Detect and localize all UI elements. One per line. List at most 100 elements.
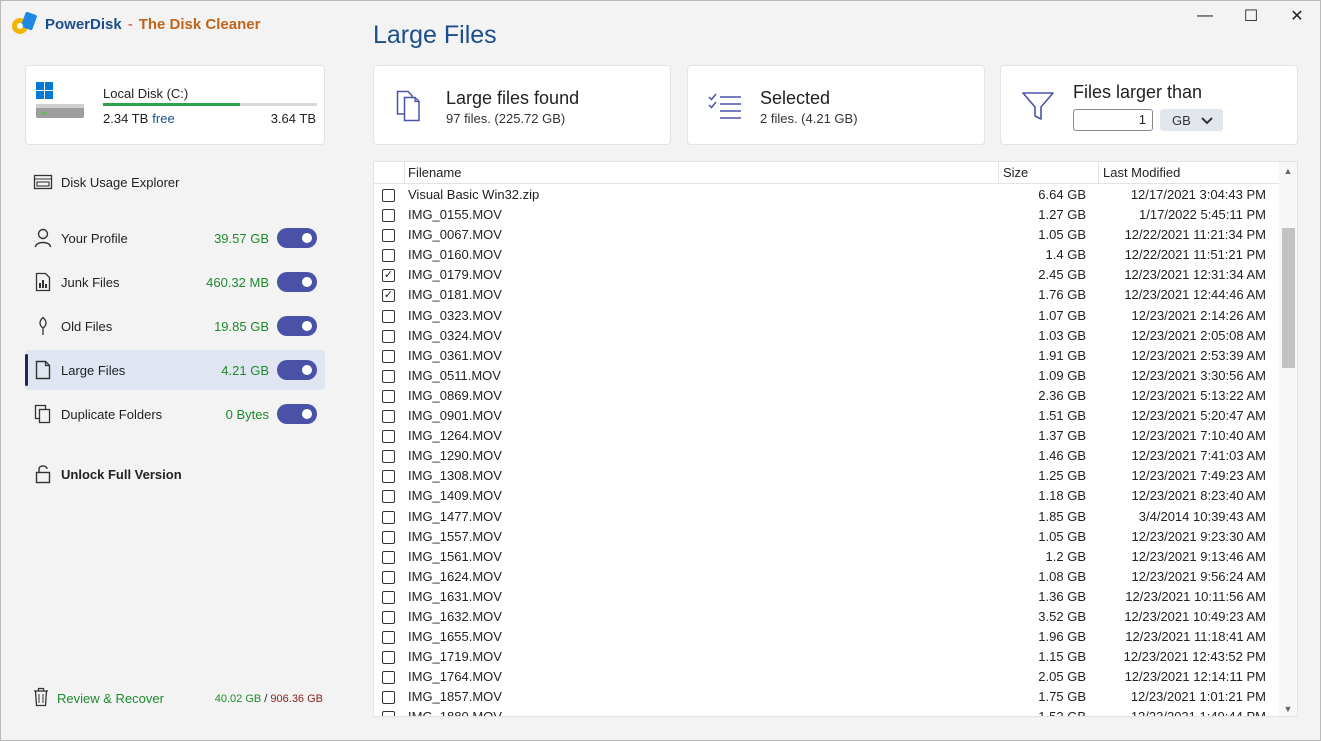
row-checkbox[interactable] [382,671,395,685]
duplicate-folders-toggle[interactable] [277,404,317,424]
table-row[interactable]: IMG_1308.MOV 1.25 GB 12/23/2021 7:49:23 AM [374,465,1279,485]
table-row[interactable]: IMG_1764.MOV 2.05 GB 12/23/2021 12:14:11 P… [374,666,1279,686]
row-checkbox[interactable] [382,590,395,604]
row-checkbox[interactable] [382,510,395,524]
review-recover-label: Review & Recover [57,691,164,706]
table-row[interactable]: IMG_0067.MOV 1.05 GB 12/22/2021 11:21:34 P… [374,224,1279,244]
table-row[interactable]: ✓ IMG_0181.MOV 1.76 GB 12/23/2021 12:44:46 … [374,284,1279,304]
row-filename: IMG_1631.MOV [408,588,502,604]
row-checkbox[interactable] [382,430,395,444]
table-row[interactable]: IMG_1631.MOV 1.36 GB 12/23/2021 10:11:56 A… [374,586,1279,606]
row-checkbox[interactable] [382,570,395,584]
table-row[interactable]: IMG_0901.MOV 1.51 GB 12/23/2021 5:20:47 AM [374,405,1279,425]
row-checkbox[interactable] [382,410,395,424]
table-row[interactable]: IMG_1624.MOV 1.08 GB 12/23/2021 9:56:24 AM [374,566,1279,586]
sidebar-item-label: Old Files [61,318,113,334]
table-row[interactable]: IMG_1880.MOV 1.52 GB 12/23/2021 1:49:44 PM [374,706,1279,716]
scroll-down-arrow-icon[interactable]: ▼ [1279,704,1297,714]
table-row[interactable]: IMG_1264.MOV 1.37 GB 12/23/2021 7:10:40 AM [374,425,1279,445]
table-row[interactable]: IMG_1290.MOV 1.46 GB 12/23/2021 7:41:03 AM [374,445,1279,465]
row-checkbox[interactable] [382,470,395,484]
row-size: 1.27 GB [1038,207,1086,223]
row-checkbox[interactable] [382,651,395,665]
sidebar-item-large-files[interactable]: Large Files 4.21 GB [25,350,325,390]
sidebar-item-value: 19.85 GB [214,318,269,334]
row-checkbox[interactable] [382,530,395,544]
row-checkbox[interactable]: ✓ [382,289,395,303]
row-checkbox[interactable] [382,631,395,645]
table-row[interactable]: ✓ IMG_0179.MOV 2.45 GB 12/23/2021 12:31:34 … [374,264,1279,284]
row-filename: IMG_1857.MOV [408,689,502,705]
row-checkbox[interactable] [382,229,395,243]
unit-dropdown[interactable]: GB [1160,109,1223,131]
row-checkbox[interactable] [382,550,395,564]
row-checkbox[interactable] [382,309,395,323]
row-checkbox[interactable] [382,389,395,403]
column-filename[interactable]: Filename [408,165,461,180]
table-row[interactable]: IMG_1477.MOV 1.85 GB 3/4/2014 10:39:43 AM [374,506,1279,526]
junk-files-toggle[interactable] [277,272,317,292]
sidebar-item-junk-files[interactable]: Junk Files 460.32 MB [25,262,325,302]
row-checkbox[interactable] [382,450,395,464]
column-last-modified[interactable]: Last Modified [1103,165,1180,180]
table-row[interactable]: IMG_0324.MOV 1.03 GB 12/23/2021 2:05:08 AM [374,325,1279,345]
disk-card[interactable]: Local Disk (C:) 2.34 TB free 3.64 TB [25,65,325,145]
review-recover[interactable]: Review & Recover 40.02 GB / 906.36 GB [33,687,323,710]
table-row[interactable]: IMG_0160.MOV 1.4 GB 12/22/2021 11:51:21 PM [374,244,1279,264]
disk-usage-fill [103,103,240,106]
size-threshold-input[interactable]: 1 [1073,109,1153,131]
sidebar-item-label: Your Profile [61,230,128,246]
table-row[interactable]: IMG_1561.MOV 1.2 GB 12/23/2021 9:13:46 AM [374,546,1279,566]
row-checkbox[interactable] [382,249,395,263]
row-last-modified: 12/23/2021 8:23:40 AM [1131,488,1266,504]
row-size: 6.64 GB [1038,187,1086,202]
close-button[interactable]: ✕ [1274,1,1320,31]
large-files-toggle[interactable] [277,360,317,380]
table-header: Filename Size Last Modified [374,162,1279,184]
table-row[interactable]: IMG_1857.MOV 1.75 GB 12/23/2021 1:01:21 PM [374,686,1279,706]
sidebar-item-your-profile[interactable]: Your Profile 39.57 GB [25,218,325,258]
table-row[interactable]: IMG_0155.MOV 1.27 GB 1/17/2022 5:45:11 PM [374,204,1279,224]
table-row[interactable]: IMG_1632.MOV 3.52 GB 12/23/2021 10:49:23 A… [374,606,1279,626]
scroll-up-arrow-icon[interactable]: ▲ [1279,166,1297,176]
maximize-button[interactable]: ☐ [1228,1,1274,31]
profile-toggle[interactable] [277,228,317,248]
row-filename: IMG_1719.MOV [408,649,502,665]
row-filename: IMG_1290.MOV [408,448,502,464]
table-row[interactable]: IMG_0869.MOV 2.36 GB 12/23/2021 5:13:22 AM [374,385,1279,405]
vertical-scrollbar[interactable]: ▲ ▼ [1279,162,1297,716]
row-last-modified: 12/23/2021 2:05:08 AM [1131,327,1266,343]
table-row[interactable]: IMG_1409.MOV 1.18 GB 12/23/2021 8:23:40 AM [374,485,1279,505]
row-checkbox[interactable] [382,610,395,624]
column-size[interactable]: Size [1003,165,1028,180]
scroll-thumb[interactable] [1282,228,1295,368]
row-checkbox[interactable] [382,209,395,223]
row-checkbox[interactable] [382,349,395,363]
row-checkbox[interactable]: ✓ [382,269,395,283]
old-files-toggle[interactable] [277,316,317,336]
row-checkbox[interactable] [382,691,395,705]
row-size: 1.07 GB [1038,307,1086,323]
row-checkbox[interactable] [382,711,395,716]
table-row[interactable]: IMG_1719.MOV 1.15 GB 12/23/2021 12:43:52 P… [374,646,1279,666]
disk-explorer-icon [33,171,53,193]
row-checkbox[interactable] [382,189,395,202]
table-row[interactable]: IMG_0361.MOV 1.91 GB 12/23/2021 2:53:39 AM [374,345,1279,365]
sidebar-item-old-files[interactable]: Old Files 19.85 GB [25,306,325,346]
row-filename: IMG_1624.MOV [408,568,502,584]
table-row[interactable]: Visual Basic Win32.zip 6.64 GB 12/17/2021 … [374,184,1279,204]
row-last-modified: 12/23/2021 7:41:03 AM [1131,448,1266,464]
table-row[interactable]: IMG_1655.MOV 1.96 GB 12/23/2021 11:18:41 A… [374,626,1279,646]
sidebar-item-disk-usage-explorer[interactable]: Disk Usage Explorer [25,162,325,202]
row-checkbox[interactable] [382,369,395,383]
minimize-button[interactable]: — [1182,1,1228,31]
row-checkbox[interactable] [382,490,395,504]
unlock-full-version[interactable]: Unlock Full Version [25,454,325,494]
sidebar-item-duplicate-folders[interactable]: Duplicate Folders 0 Bytes [25,394,325,434]
row-checkbox[interactable] [382,329,395,343]
row-size: 2.36 GB [1038,387,1086,403]
table-row[interactable]: IMG_1557.MOV 1.05 GB 12/23/2021 9:23:30 AM [374,526,1279,546]
row-last-modified: 12/23/2021 12:43:52 PM [1123,649,1266,665]
table-row[interactable]: IMG_0323.MOV 1.07 GB 12/23/2021 2:14:26 AM [374,305,1279,325]
table-row[interactable]: IMG_0511.MOV 1.09 GB 12/23/2021 3:30:56 AM [374,365,1279,385]
